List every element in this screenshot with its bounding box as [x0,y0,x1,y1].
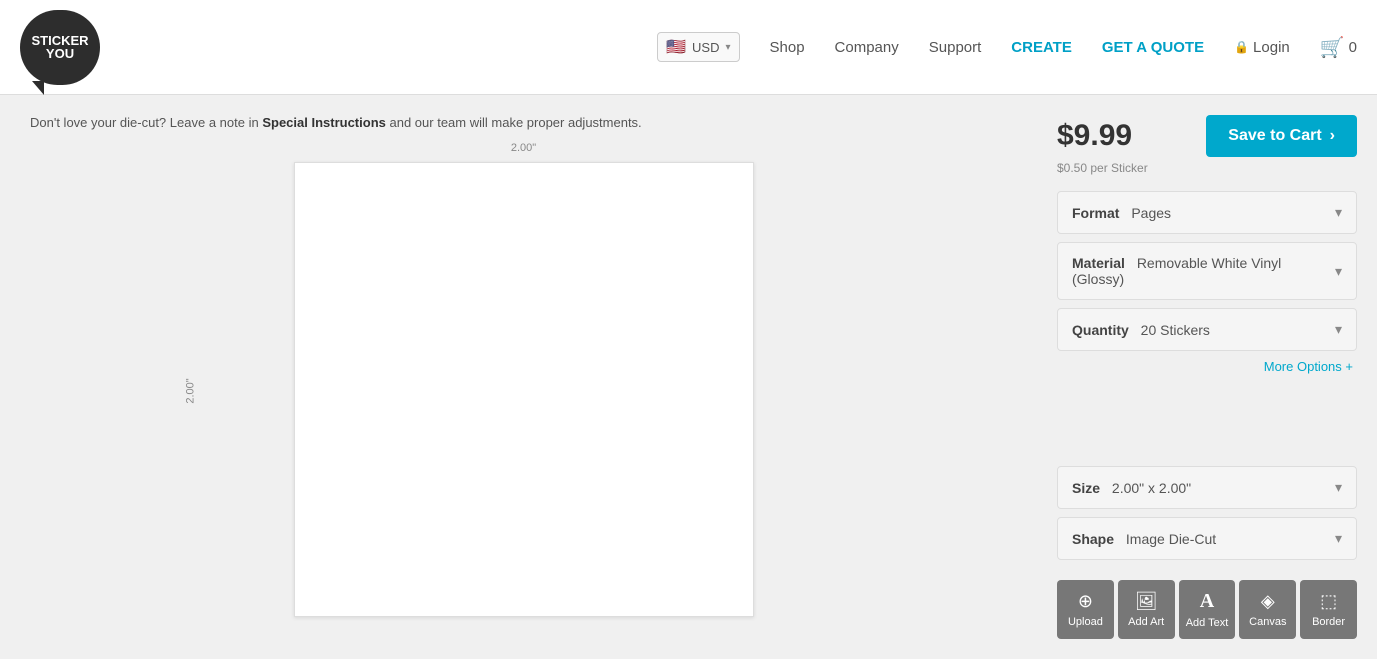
border-button[interactable]: ⬚ Border [1300,580,1357,639]
add-art-button[interactable]: 🖼 Add Art [1118,580,1175,639]
quantity-selector[interactable]: Quantity 20 Stickers ▾ [1057,308,1357,351]
format-label: Format [1072,205,1119,221]
canvas-area: Don't love your die-cut? Leave a note in… [0,95,1037,659]
lock-icon: 🔒 [1234,40,1249,54]
quantity-label: Quantity [1072,322,1129,338]
format-option: Format Pages [1072,205,1171,221]
upload-button[interactable]: ⊕ Upload [1057,580,1114,639]
material-selector[interactable]: Material Removable White Vinyl (Glossy) … [1057,242,1357,300]
save-to-cart-button[interactable]: Save to Cart › [1206,115,1357,157]
currency-selector[interactable]: 🇺🇸 USD ▾ [657,32,739,62]
nav-support[interactable]: Support [929,39,982,56]
sticker-canvas[interactable] [294,162,754,617]
save-cart-label: Save to Cart [1228,127,1321,145]
nav-company[interactable]: Company [835,39,899,56]
cart-icon: 🛒 [1320,35,1345,60]
editing-toolbar: ⊕ Upload 🖼 Add Art A Add Text ◈ Canvas ⬚… [1057,580,1357,639]
logo-line2: YOU [46,47,74,60]
login-label: Login [1253,39,1290,56]
size-chevron-icon: ▾ [1335,479,1342,496]
currency-label: USD [692,40,719,55]
flag-icon: 🇺🇸 [666,37,686,57]
border-label: Border [1312,616,1345,628]
material-label: Material [1072,255,1125,271]
canvas-wrapper: 2.00" 2.00" [30,142,1017,639]
add-text-button[interactable]: A Add Text [1179,580,1236,639]
price-row: $9.99 Save to Cart › [1057,115,1357,157]
main-layout: Don't love your die-cut? Leave a note in… [0,95,1377,659]
main-nav: 🇺🇸 USD ▾ Shop Company Support CREATE GET… [657,32,1357,62]
currency-chevron-icon: ▾ [725,42,730,53]
upload-icon: ⊕ [1078,591,1093,612]
shape-chevron-icon: ▾ [1335,530,1342,547]
notice-plain: Don't love your die-cut? [30,115,166,130]
add-text-label: Add Text [1186,617,1229,629]
quantity-option: Quantity 20 Stickers [1072,322,1210,338]
shape-option: Shape Image Die-Cut [1072,531,1216,547]
cart-button[interactable]: 🛒 0 [1320,35,1357,60]
die-cut-notice: Don't love your die-cut? Leave a note in… [30,115,1017,130]
upload-label: Upload [1068,616,1103,628]
notice-mid: Leave a note in [170,115,263,130]
notice-end: and our team will make proper adjustment… [390,115,642,130]
save-cart-chevron-icon: › [1330,127,1335,145]
border-icon: ⬚ [1320,591,1337,612]
add-art-label: Add Art [1128,616,1164,628]
material-option: Material Removable White Vinyl (Glossy) [1072,255,1335,287]
quantity-chevron-icon: ▾ [1335,321,1342,338]
more-options-link[interactable]: More Options + [1057,359,1357,374]
canvas-label: Canvas [1249,616,1286,628]
site-header: STICKER YOU 🇺🇸 USD ▾ Shop Company Suppor… [0,0,1377,95]
nav-quote[interactable]: GET A QUOTE [1102,39,1204,56]
add-text-icon: A [1200,590,1214,613]
canvas-button[interactable]: ◈ Canvas [1239,580,1296,639]
shape-label: Shape [1072,531,1114,547]
add-art-icon: 🖼 [1135,591,1158,612]
shape-selector[interactable]: Shape Image Die-Cut ▾ [1057,517,1357,560]
size-selector[interactable]: Size 2.00" x 2.00" ▾ [1057,466,1357,509]
product-price: $9.99 [1057,119,1132,153]
quantity-value: 20 Stickers [1141,322,1210,338]
dimension-left: 2.00" [185,378,197,403]
size-label: Size [1072,480,1100,496]
material-chevron-icon: ▾ [1335,263,1342,280]
canvas-icon: ◈ [1261,591,1275,612]
nav-login[interactable]: 🔒 Login [1234,39,1290,56]
nav-create[interactable]: CREATE [1011,39,1072,56]
format-selector[interactable]: Format Pages ▾ [1057,191,1357,234]
nav-shop[interactable]: Shop [770,39,805,56]
right-panel: $9.99 Save to Cart › $0.50 per Sticker F… [1037,95,1377,659]
format-chevron-icon: ▾ [1335,204,1342,221]
dimension-top: 2.00" [511,142,536,154]
format-value: Pages [1131,205,1171,221]
notice-highlight: Special Instructions [262,115,386,130]
site-logo[interactable]: STICKER YOU [20,10,100,85]
price-per-sticker: $0.50 per Sticker [1057,161,1357,175]
cart-count: 0 [1349,39,1357,56]
size-value: 2.00" x 2.00" [1112,480,1191,496]
shape-value: Image Die-Cut [1126,531,1216,547]
size-option: Size 2.00" x 2.00" [1072,480,1191,496]
logo-area: STICKER YOU [20,10,100,85]
